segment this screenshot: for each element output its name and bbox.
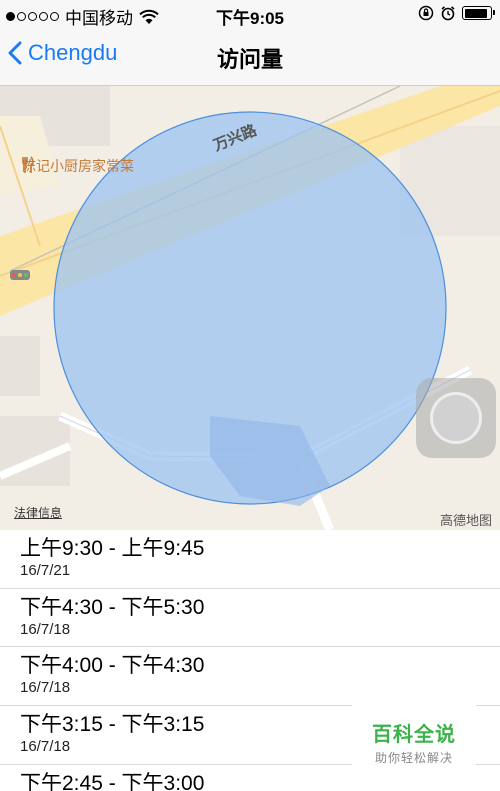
watermark-subtitle: 助你轻松解决: [374, 751, 453, 765]
poi-label: 陈记小厨房家常菜: [22, 158, 134, 174]
status-right: [418, 5, 495, 21]
navigation-bar: Chengdu 访问量: [0, 28, 500, 86]
visit-time-range: 下午4:00 - 下午4:30: [20, 654, 205, 678]
map-view[interactable]: 万兴路 陈记小厨房家常菜 法律信息 高德地图: [0, 86, 500, 530]
visit-date: 16/7/21: [20, 562, 71, 579]
status-bar: 中国移动 下午9:05: [0, 0, 500, 28]
visit-date: 16/7/18: [20, 620, 71, 638]
list-item[interactable]: 上午9:30 - 上午9:45 16/7/21: [0, 530, 500, 589]
list-item[interactable]: 下午4:30 - 下午5:30 16/7/18: [0, 589, 500, 648]
map-canvas: [0, 86, 500, 530]
visit-time-range: 下午4:30 - 下午5:30: [20, 595, 205, 619]
page-title: 访问量: [216, 47, 283, 72]
map-building: [0, 336, 40, 396]
watermark-title: 百科全说: [372, 724, 456, 746]
battery-icon: [462, 6, 495, 20]
alarm-icon: [441, 6, 455, 21]
map-brand-logo: 高德地图: [439, 513, 492, 528]
watermark: 百科全说 助你轻松解决: [352, 704, 476, 770]
visit-time-range: 上午9:30 - 上午9:45: [20, 537, 205, 560]
poi-restaurant[interactable]: 陈记小厨房家常菜: [22, 156, 134, 176]
traffic-light-icon: [10, 270, 30, 280]
visit-time-range: 下午2:45 - 下午3:00: [20, 771, 205, 791]
restaurant-icon: [22, 156, 34, 173]
locate-me-button[interactable]: [416, 378, 496, 458]
rotation-lock-icon: [418, 5, 434, 21]
list-item[interactable]: 下午4:00 - 下午4:30 16/7/18: [0, 647, 500, 707]
legal-info-link[interactable]: 法律信息: [14, 504, 62, 521]
visit-date: 16/7/18: [20, 679, 71, 697]
